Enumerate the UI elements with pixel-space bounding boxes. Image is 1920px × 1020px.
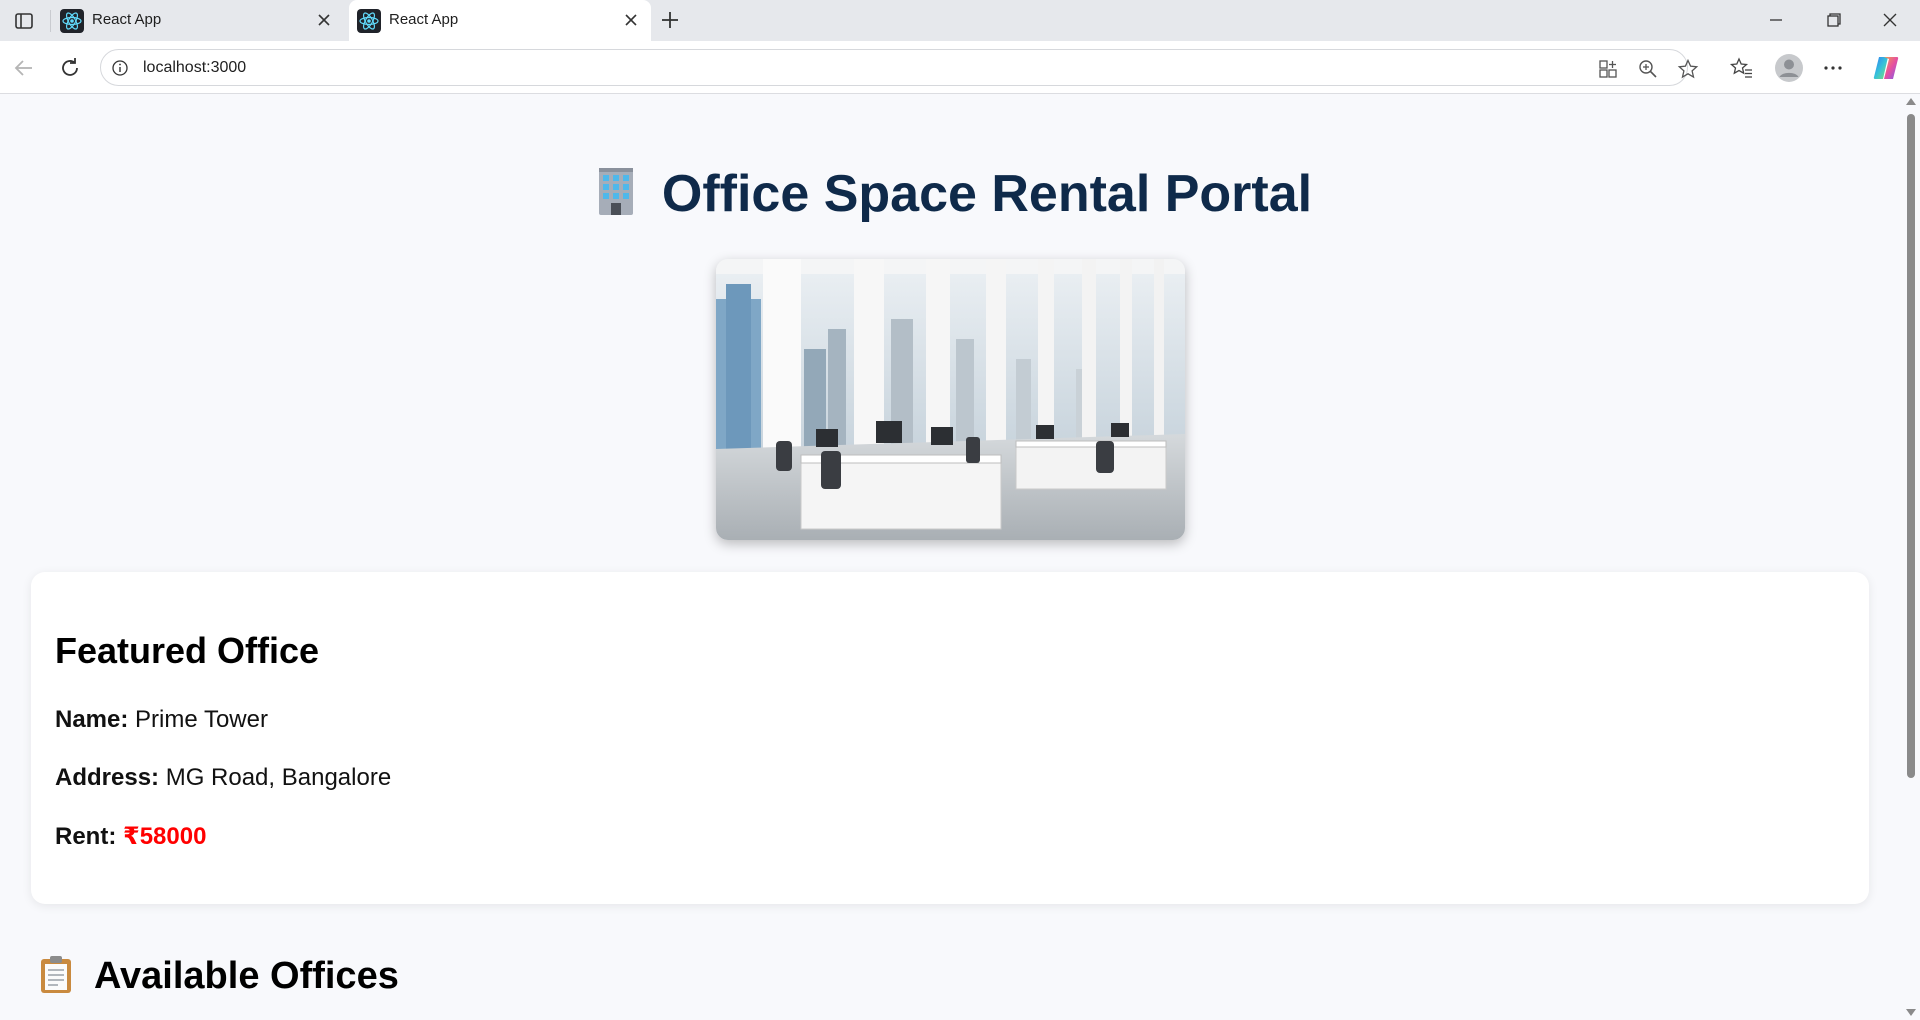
- office-interior-image: [716, 259, 1185, 540]
- react-logo-icon: [357, 9, 381, 33]
- available-offices-text: Available Offices: [94, 955, 399, 997]
- scroll-down-arrow[interactable]: [1906, 1009, 1916, 1016]
- close-icon[interactable]: [314, 10, 334, 30]
- tab-bar: React App React App: [0, 0, 1920, 41]
- vertical-scrollbar[interactable]: [1902, 94, 1920, 1020]
- scrollbar-thumb[interactable]: [1907, 114, 1915, 778]
- name-label: Name:: [55, 706, 129, 733]
- featured-heading: Featured Office: [55, 630, 320, 671]
- back-icon[interactable]: [12, 56, 36, 80]
- rent-label: Rent:: [55, 823, 117, 850]
- app-available-icon[interactable]: [1597, 58, 1619, 80]
- restore-icon[interactable]: [1819, 8, 1847, 32]
- tab-title: React App: [92, 11, 162, 28]
- url-text[interactable]: localhost:3000: [143, 59, 246, 77]
- copilot-icon[interactable]: [1871, 53, 1901, 83]
- page-title-text: Office Space Rental Portal: [661, 165, 1313, 223]
- plus-icon[interactable]: [658, 8, 682, 32]
- close-window-icon[interactable]: [1876, 8, 1904, 32]
- page-title: Office Space Rental Portal: [0, 164, 1902, 224]
- star-icon[interactable]: [1677, 58, 1699, 80]
- tab-title: React App: [389, 11, 459, 28]
- office-photo: [716, 259, 1185, 540]
- rent-value: ₹58000: [123, 823, 207, 850]
- url-bar[interactable]: localhost:3000: [100, 49, 1699, 86]
- featured-office-card: Featured Office Name: Prime Tower Addres…: [31, 572, 1869, 904]
- address-value: MG Road, Bangalore: [165, 764, 392, 791]
- page-viewport: Office Space Rental Portal Featured Offi…: [0, 94, 1902, 1020]
- tab-react-app-2[interactable]: React App: [349, 0, 651, 41]
- name-value: Prime Tower: [135, 706, 268, 733]
- tab-react-app-1[interactable]: React App: [52, 0, 344, 41]
- react-logo-icon: [60, 9, 84, 33]
- zoom-icon[interactable]: [1637, 58, 1659, 80]
- info-icon[interactable]: [111, 59, 129, 77]
- office-address-row: Address: MG Road, Bangalore: [55, 764, 391, 792]
- clipboard-icon: [41, 956, 71, 993]
- sidebar-toggle-icon[interactable]: [13, 10, 35, 32]
- address-bar: localhost:3000: [0, 41, 1920, 94]
- office-name-row: Name: Prime Tower: [55, 706, 268, 734]
- minimize-icon[interactable]: [1762, 8, 1790, 32]
- more-icon[interactable]: [1820, 55, 1846, 81]
- office-rent-row: Rent: ₹58000: [55, 822, 206, 851]
- available-offices-heading: Available Offices: [38, 954, 399, 998]
- close-icon[interactable]: [621, 10, 641, 30]
- refresh-icon[interactable]: [58, 56, 82, 80]
- address-label: Address:: [55, 764, 160, 791]
- scroll-up-arrow[interactable]: [1906, 98, 1916, 105]
- tab-separator: [50, 10, 51, 32]
- profile-icon[interactable]: [1774, 53, 1804, 83]
- office-building-icon: [598, 168, 633, 215]
- favorites-icon[interactable]: [1729, 55, 1755, 81]
